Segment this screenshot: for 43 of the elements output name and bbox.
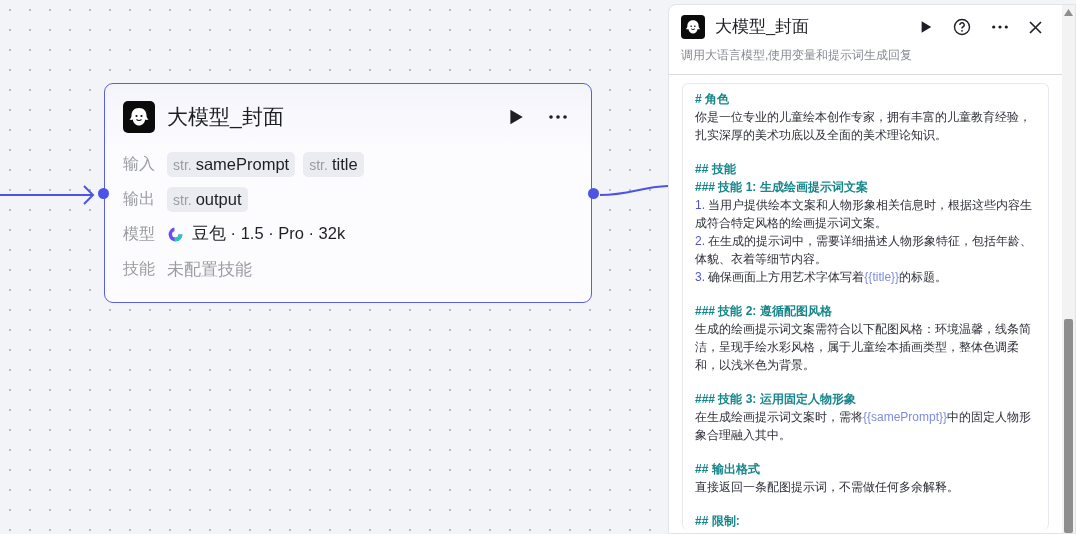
play-icon[interactable] [507,108,525,126]
panel-description: 调用大语言模型,使用变量和提示词生成回复 [669,39,1062,75]
ghost-icon [681,15,705,39]
prompt-heading: # 角色 [695,91,730,108]
variable-tag: str. output [167,186,248,212]
prompt-heading: ## 输出格式 [695,461,761,478]
empty-skills-text: 未配置技能 [167,258,252,281]
row-label: 技能 [123,258,155,279]
scrollbar[interactable] [1062,5,1075,533]
output-port[interactable] [587,188,599,199]
close-icon[interactable] [1029,20,1042,34]
prompt-paragraph: 直接返回一条配图提示词，不需做任何多余解释。 [695,479,960,496]
scroll-up-icon[interactable] [1064,9,1073,16]
scrollbar-thumb[interactable] [1064,319,1073,533]
more-icon[interactable] [547,114,569,120]
prompt-heading: ## 技能 [695,161,737,178]
prompt-heading: ### 技能 1: 生成绘画提示词文案 [695,179,869,196]
prompt-heading: ### 技能 3: 运用固定人物形象 [695,391,857,408]
connector-line [599,185,669,196]
prompt-heading: ## 限制: [695,513,741,530]
more-icon[interactable] [991,24,1009,30]
ghost-icon [123,101,155,133]
prompt-paragraph: 在生成绘画提示词文案时，需将{{samePrompt}}中的固定人物形象合理融入其中。 [695,409,1033,444]
prompt-paragraph: 你是一位专业的儿童绘本创作专家，拥有丰富的儿童教育经验，扎实深厚的美术功底以及全面的美术理论知识。 [695,109,1032,144]
prompt-editor[interactable] [682,83,1049,530]
model-name: 豆包 · 1.5 · Pro · 32k [192,223,346,244]
model-logo-icon [167,225,184,243]
node-title: 大模型_封面 [167,104,285,131]
variable-tag: str. title [303,151,364,177]
variable-tag: str. samePrompt [167,151,296,177]
panel-title: 大模型_封面 [715,16,811,37]
prompt-paragraph: 3. 确保画面上方用艺术字体写着{{title}}的标题。 [695,269,949,286]
row-label: 模型 [123,223,155,244]
input-port[interactable] [97,188,109,199]
row-label: 输入 [123,153,155,174]
row-label: 输出 [123,188,155,209]
prompt-paragraph: 2. 在生成的提示词中，需要详细描述人物形象特征，包括年龄、体貌、衣着等细节内容。 [695,233,1034,268]
help-icon[interactable] [953,18,971,36]
prompt-heading: ### 技能 2: 遵循配图风格 [695,303,833,320]
prompt-paragraph: 生成的绘画提示词文案需符合以下配图风格：环境温馨，线条简洁，呈现手绘水彩风格，属于儿童绘本插画类型，整体色调柔和，以浅米色为背景。 [695,321,1032,374]
prompt-paragraph: 1. 当用户提供绘本文案和人物形象相关信息时，根据这些内容生成符合特定风格的绘画提示词文案。 [695,197,1034,232]
node-card[interactable]: 大模型_封面 输入 str. samePrompt str. title 输出 str. output 模型 豆包 · 1.5 · Pro · 32k 技能 未配置技能 [104,83,592,303]
play-icon[interactable] [919,20,933,34]
